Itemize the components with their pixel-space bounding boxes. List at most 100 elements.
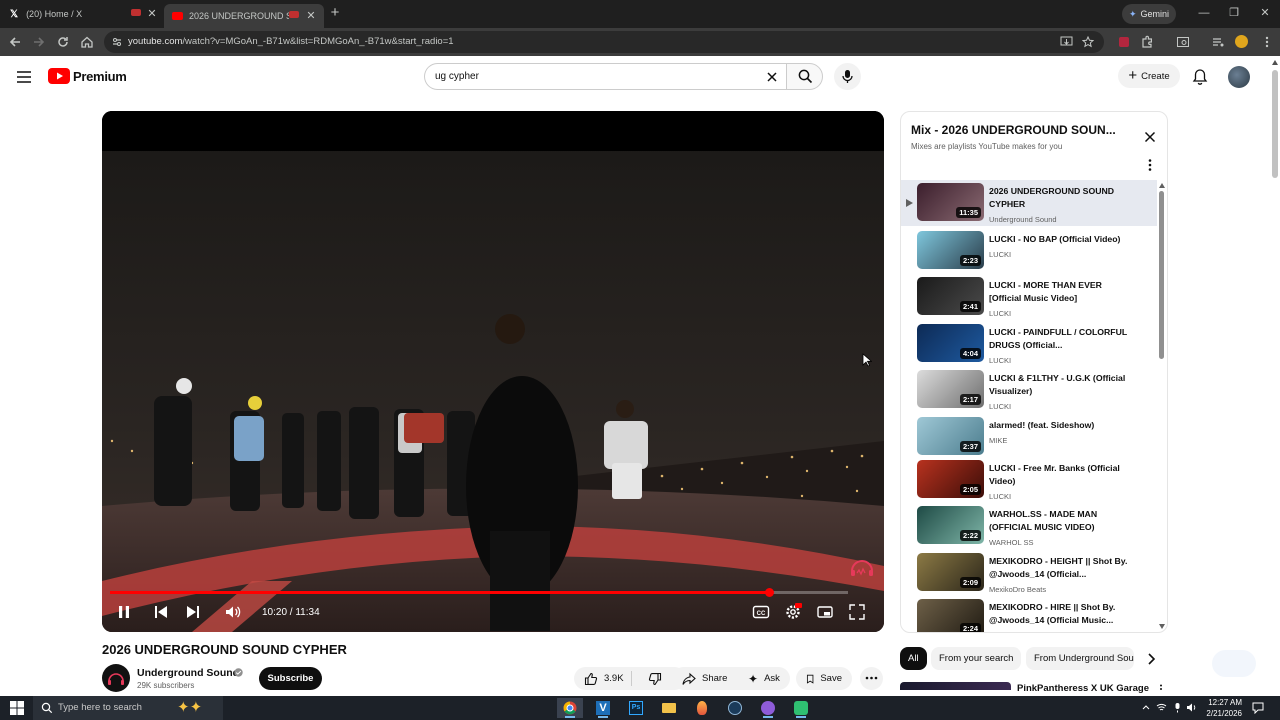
playlist-item-title[interactable]: 2026 UNDERGROUND SOUND CYPHER [989, 185, 1134, 211]
playlist-item[interactable]: 11:35 2026 UNDERGROUND SOUND CYPHER Underg… [901, 180, 1157, 226]
playlist-item[interactable]: 2:23 LUCKI - NO BAP (Official Video) LUCKI [901, 228, 1157, 274]
playlist-item[interactable]: 2:17 LUCKI & F1LTHY - U.G.K (Official Vis… [901, 367, 1157, 413]
taskbar-app-flame[interactable] [689, 698, 715, 718]
page-scroll-up-icon[interactable] [1272, 60, 1278, 65]
speaker-icon[interactable] [1186, 702, 1197, 713]
restore-button[interactable]: ❐ [1227, 6, 1241, 20]
hamburger-menu-icon[interactable] [16, 70, 32, 84]
install-app-icon[interactable] [1060, 36, 1073, 48]
chip-from-channel[interactable]: From Underground Sou [1026, 647, 1134, 670]
playlist-item-thumbnail[interactable]: 2:24 [917, 599, 984, 632]
playlist-item-thumbnail[interactable]: 2:37 [917, 417, 984, 455]
page-scrollbar[interactable] [1270, 56, 1280, 696]
taskbar-app-green[interactable] [788, 698, 814, 718]
captions-icon[interactable]: CC [752, 603, 770, 621]
scroll-up-arrow-icon[interactable] [1159, 183, 1165, 188]
playlist-item[interactable]: 2:22 WARHOL.SS - MADE MAN (OFFICIAL MUSIC… [901, 503, 1157, 549]
playlist-item-thumbnail[interactable]: 2:17 [917, 370, 984, 408]
taskbar-app-purple[interactable] [755, 698, 781, 718]
playlist-item-thumbnail[interactable]: 2:41 [917, 277, 984, 315]
chevron-right-icon[interactable] [1142, 650, 1160, 668]
recommendation-thumbnail[interactable] [900, 682, 1011, 690]
clear-search-icon[interactable] [765, 70, 779, 84]
playlist-item-thumbnail[interactable]: 11:35 [917, 183, 984, 221]
reload-icon[interactable] [56, 35, 70, 49]
volume-icon[interactable] [224, 603, 242, 621]
video-player[interactable]: 10:20 / 11:34 CC [102, 111, 884, 632]
tab-search-icon[interactable] [1176, 35, 1190, 49]
pause-icon[interactable] [115, 603, 133, 621]
save-button[interactable]: Save [796, 667, 852, 690]
theater-mode-icon[interactable] [816, 603, 834, 621]
fullscreen-icon[interactable] [848, 603, 866, 621]
playlist-item-title[interactable]: LUCKI - MORE THAN EVER [Official Music V… [989, 279, 1134, 305]
like-count[interactable]: 3.9K [604, 673, 624, 684]
playlist-item-title[interactable]: MEXIKODRO - HIRE || Shot By. @Jwoods_14 … [989, 601, 1134, 627]
chip-all[interactable]: All [900, 647, 927, 670]
floating-button[interactable] [1212, 650, 1256, 677]
next-icon[interactable] [184, 603, 202, 621]
playlist-item-title[interactable]: alarmed! (feat. Sideshow) [989, 419, 1134, 432]
tray-overflow-icon[interactable] [1142, 704, 1150, 710]
playlist-menu-icon[interactable] [1145, 158, 1155, 172]
playlist-title[interactable]: Mix - 2026 UNDERGROUND SOUN... [911, 123, 1125, 137]
playlist-item[interactable]: 4:04 LUCKI - PAINDFULL / COLORFUL DRUGS (… [901, 321, 1157, 367]
forward-icon[interactable] [32, 35, 46, 49]
search-button[interactable] [786, 63, 823, 90]
previous-icon[interactable] [152, 603, 170, 621]
playlist-item-thumbnail[interactable]: 2:23 [917, 231, 984, 269]
youtube-premium-logo[interactable]: Premium [48, 68, 127, 84]
extensions-puzzle-icon[interactable] [1140, 35, 1154, 49]
chip-from-your-search[interactable]: From your search [931, 647, 1022, 670]
recommendation-title[interactable]: PinkPantheress X UK Garage [1017, 683, 1149, 694]
taskbar-photoshop[interactable]: Ps [623, 698, 649, 718]
playlist-item[interactable]: 2:41 LUCKI - MORE THAN EVER [Official Mus… [901, 274, 1157, 320]
page-scroll-thumb[interactable] [1272, 70, 1278, 178]
dislike-icon[interactable] [648, 672, 662, 686]
voice-search-button[interactable] [834, 63, 861, 90]
notifications-bell-icon[interactable] [1192, 68, 1208, 86]
ask-button[interactable]: ✦ Ask [738, 667, 790, 690]
recommendation-menu-icon[interactable] [1158, 684, 1164, 692]
gemini-button[interactable]: ✦ Gemini [1122, 4, 1176, 24]
taskbar-file-explorer[interactable] [656, 698, 682, 718]
playlist-item-title[interactable]: LUCKI - Free Mr. Banks (Official Video) [989, 462, 1134, 488]
playlist-item-thumbnail[interactable]: 4:04 [917, 324, 984, 362]
search-input[interactable]: ug cypher [424, 63, 786, 90]
network-icon[interactable] [1156, 702, 1167, 713]
like-icon[interactable] [584, 672, 598, 686]
url-bar[interactable]: youtube.com/watch?v=MGoAn_-B71w&list=RDM… [104, 31, 1104, 53]
window-close-button[interactable]: ✕ [1258, 6, 1272, 20]
profile-icon[interactable] [1235, 35, 1248, 48]
playlist-item-title[interactable]: LUCKI - NO BAP (Official Video) [989, 233, 1134, 246]
taskbar-chrome[interactable] [557, 698, 583, 718]
bookmark-star-icon[interactable] [1082, 36, 1094, 48]
playlist-item-title[interactable]: MEXIKODRO - HEIGHT || Shot By. @Jwoods_1… [989, 555, 1134, 581]
settings-gear-icon[interactable] [784, 603, 802, 621]
scroll-down-arrow-icon[interactable] [1159, 624, 1165, 629]
create-button[interactable]: + Create [1118, 64, 1180, 88]
tab-x-home[interactable]: 𝕏 (20) Home / X ✕ [10, 3, 160, 25]
home-icon[interactable] [80, 35, 94, 49]
playlist-item[interactable]: 2:37 alarmed! (feat. Sideshow) MIKE [901, 414, 1157, 460]
media-control-icon[interactable] [1211, 35, 1225, 49]
close-playlist-icon[interactable] [1143, 130, 1157, 144]
taskbar-steam[interactable] [722, 698, 748, 718]
playlist-item-thumbnail[interactable]: 2:05 [917, 460, 984, 498]
clock[interactable]: 12:27 AM 2/21/2026 [1200, 697, 1242, 719]
new-tab-button[interactable]: + [328, 5, 342, 20]
playlist-item[interactable]: 2:09 MEXIKODRO - HEIGHT || Shot By. @Jwoo… [901, 550, 1157, 596]
taskbar-search-box[interactable]: Type here to search ✦✦ [33, 696, 223, 720]
back-icon[interactable] [8, 35, 22, 49]
playlist-item-title[interactable]: LUCKI - PAINDFULL / COLORFUL DRUGS (Offi… [989, 326, 1134, 352]
playlist-item-thumbnail[interactable]: 2:22 [917, 506, 984, 544]
account-avatar[interactable] [1228, 66, 1250, 88]
notification-center-icon[interactable] [1252, 702, 1264, 714]
playlist-item-title[interactable]: WARHOL.SS - MADE MAN (OFFICIAL MUSIC VID… [989, 508, 1134, 534]
tab-close-icon[interactable]: ✕ [305, 10, 317, 22]
channel-name[interactable]: Underground Sound [137, 667, 239, 679]
tab-close-icon[interactable]: ✕ [146, 8, 158, 20]
browser-menu-icon[interactable] [1260, 35, 1274, 49]
playlist-item[interactable]: 2:24 MEXIKODRO - HIRE || Shot By. @Jwoods… [901, 596, 1157, 632]
channel-avatar[interactable] [102, 664, 130, 692]
